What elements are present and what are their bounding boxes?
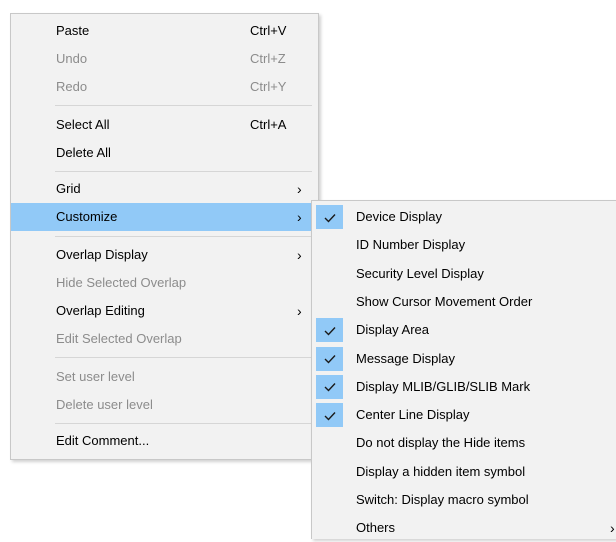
- menu-item-edit-comment[interactable]: Edit Comment...: [11, 427, 318, 455]
- submenu-item-device-display[interactable]: Device Display: [312, 203, 616, 231]
- menu-separator: [55, 171, 312, 172]
- menu-item-label: Overlap Editing: [56, 303, 145, 318]
- checkmark-icon: [316, 318, 343, 343]
- checkmark-icon: [316, 374, 343, 399]
- menu-item-redo[interactable]: Redo Ctrl+Y: [11, 73, 318, 101]
- submenu-item-label: Message Display: [356, 350, 455, 366]
- menu-item-customize[interactable]: Customize ›: [11, 203, 318, 231]
- menu-item-undo[interactable]: Undo Ctrl+Z: [11, 45, 318, 73]
- submenu-item-label: Display Area: [356, 322, 429, 338]
- submenu-item-display-mlib-glib-slib-mark[interactable]: Display MLIB/GLIB/SLIB Mark: [312, 373, 616, 401]
- menu-item-shortcut: Ctrl+Z: [250, 51, 286, 66]
- menu-item-overlap-editing[interactable]: Overlap Editing ›: [11, 297, 318, 325]
- menu-item-shortcut: Ctrl+Y: [250, 79, 287, 94]
- menu-item-set-user-level[interactable]: Set user level: [11, 363, 318, 391]
- submenu-item-center-line-display[interactable]: Center Line Display: [312, 401, 616, 429]
- submenu-item-label: Switch: Display macro symbol: [356, 492, 529, 507]
- submenu-item-label: Do not display the Hide items: [356, 435, 526, 451]
- submenu-item-display-a-hidden-item-symbol[interactable]: Display a hidden item symbol: [312, 458, 616, 486]
- menu-item-label: Customize: [56, 209, 118, 224]
- submenu-item-label: Security Level Display: [356, 265, 484, 281]
- menu-item-label: Grid: [56, 181, 81, 196]
- checkmark-icon: [316, 205, 343, 229]
- menu-item-paste[interactable]: Paste Ctrl+V: [11, 17, 318, 45]
- menu-item-hide-selected-overlap[interactable]: Hide Selected Overlap: [11, 269, 318, 297]
- submenu-item-label: Device Display: [356, 209, 442, 224]
- submenu-item-label: ID Number Display: [356, 237, 466, 253]
- menu-item-label: Hide Selected Overlap: [56, 275, 187, 290]
- menu-item-overlap-display[interactable]: Overlap Display ›: [11, 241, 318, 269]
- menu-separator: [55, 236, 312, 237]
- menu-item-label: Overlap Display: [56, 247, 148, 262]
- submenu-item-id-number-display[interactable]: ID Number Display: [312, 231, 616, 259]
- menu-item-delete-user-level[interactable]: Delete user level: [11, 391, 318, 419]
- menu-item-label: Set user level: [56, 369, 135, 384]
- menu-item-label: Paste: [56, 23, 90, 38]
- checkmark-icon: [316, 403, 343, 428]
- submenu-arrow-icon: ›: [297, 247, 302, 263]
- submenu-arrow-icon: ›: [610, 520, 615, 537]
- submenu-item-display-area[interactable]: Display Area: [312, 316, 616, 344]
- menu-item-label: Select All: [56, 117, 110, 132]
- submenu-item-label: Display a hidden item symbol: [356, 463, 526, 479]
- submenu-item-message-display[interactable]: Message Display: [312, 345, 616, 373]
- menu-item-edit-selected-overlap[interactable]: Edit Selected Overlap: [11, 325, 318, 353]
- menu-separator: [55, 423, 312, 424]
- menu-item-label: Redo: [56, 79, 88, 94]
- menu-item-label: Edit Selected Overlap: [56, 331, 182, 346]
- submenu-arrow-icon: ›: [297, 303, 302, 319]
- submenu-item-security-level-display[interactable]: Security Level Display: [312, 260, 616, 288]
- menu-item-grid[interactable]: Grid ›: [11, 175, 318, 203]
- menu-separator: [55, 105, 312, 106]
- submenu-item-label: Center Line Display: [356, 407, 470, 423]
- submenu-item-label: Display MLIB/GLIB/SLIB Mark: [356, 378, 531, 394]
- menu-item-label: Edit Comment...: [56, 433, 150, 448]
- menu-item-shortcut: Ctrl+V: [250, 23, 287, 38]
- checkmark-icon: [316, 346, 343, 371]
- context-menu: Paste Ctrl+V Undo Ctrl+Z Redo Ctrl+Y Sel…: [10, 13, 319, 460]
- submenu-arrow-icon: ›: [297, 181, 302, 197]
- menu-separator: [55, 357, 312, 358]
- submenu-item-others[interactable]: Others ›: [312, 514, 616, 542]
- menu-item-label: Delete user level: [56, 397, 153, 412]
- submenu-item-show-cursor-movement-order[interactable]: Show Cursor Movement Order: [312, 288, 616, 316]
- submenu-item-label: Show Cursor Movement Order: [356, 293, 533, 309]
- menu-item-label: Undo: [56, 51, 88, 66]
- menu-item-select-all[interactable]: Select All Ctrl+A: [11, 111, 318, 139]
- submenu-item-do-not-display-the-hide-items[interactable]: Do not display the Hide items: [312, 429, 616, 457]
- menu-item-label: Delete All: [56, 145, 111, 160]
- customize-submenu: Device Display ID Number Display Security …: [311, 200, 616, 539]
- menu-item-shortcut: Ctrl+A: [250, 117, 287, 132]
- submenu-item-switch-display-macro-symbol[interactable]: Switch: Display macro symbol: [312, 486, 616, 514]
- menu-item-delete-all[interactable]: Delete All: [11, 139, 318, 167]
- submenu-item-label: Others: [356, 520, 396, 536]
- submenu-arrow-icon: ›: [297, 209, 302, 225]
